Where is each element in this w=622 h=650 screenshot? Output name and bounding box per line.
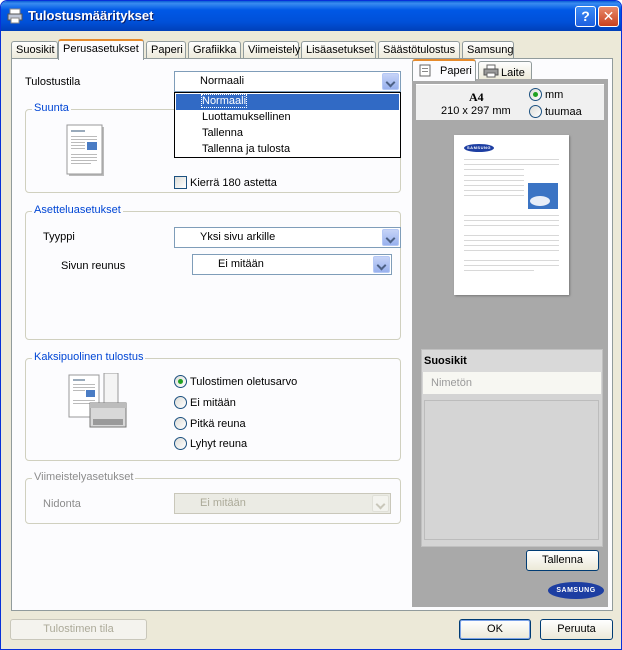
layout-type-value: Yksi sivu arkille [200, 231, 276, 243]
duplex-long-edge-radio[interactable] [174, 417, 187, 430]
print-mode-label: Tulostustila [25, 76, 81, 88]
ok-button[interactable]: OK [459, 619, 531, 640]
unit-inch-radio[interactable] [529, 105, 542, 118]
tab-finishing[interactable]: Viimeistely [243, 41, 300, 59]
printer-icon [483, 64, 499, 78]
paper-dimensions: 210 x 297 mm [441, 105, 511, 117]
tab-preview-device[interactable]: Laite [478, 61, 532, 80]
tab-graphics[interactable]: Grafiikka [188, 41, 241, 59]
printer-icon [7, 8, 23, 24]
preview-area: A4 210 x 297 mm mm tuumaa SAMSUNG Suosik… [412, 79, 608, 607]
tab-paper[interactable]: Paperi [146, 41, 186, 59]
finishing-group: Viimeistelyasetukset Nidonta Ei mitään [25, 471, 401, 524]
page-content-lines [464, 159, 559, 271]
tab-preview-device-label: Laite [501, 67, 525, 79]
favorites-name-input[interactable]: Nimetön [423, 372, 601, 394]
layout-group: Asetteluasetukset Tyyppi Yksi sivu arkil… [25, 204, 401, 340]
chevron-down-icon[interactable] [382, 73, 399, 90]
page-border-value: Ei mitään [218, 258, 264, 270]
binding-label: Nidonta [43, 498, 81, 510]
print-mode-value: Normaali [200, 75, 245, 87]
rotate-180-label: Kierrä 180 astetta [190, 177, 277, 189]
rotate-180-checkbox[interactable] [174, 176, 187, 189]
chevron-down-icon[interactable] [382, 229, 399, 246]
duplex-long-edge-label: Pitkä reuna [190, 418, 246, 430]
duplex-printer-icon [68, 373, 127, 428]
chevron-down-icon [372, 495, 389, 512]
close-button[interactable]: ✕ [598, 6, 619, 27]
duplex-short-edge-label: Lyhyt reuna [190, 438, 248, 450]
printing-preferences-window: Tulostusmääritykset ? ✕ Suosikit Perusas… [0, 0, 622, 650]
orientation-title: Suunta [32, 102, 71, 114]
layout-title: Asetteluasetukset [32, 204, 123, 216]
tab-advanced[interactable]: Lisäasetukset [301, 41, 376, 59]
portrait-page-icon [66, 124, 104, 176]
print-mode-select[interactable]: Normaali [174, 71, 401, 92]
title-bar: Tulostusmääritykset ? ✕ [1, 1, 621, 31]
print-mode-dropdown: Normaali Luottamuksellinen Tallenna Tall… [174, 92, 401, 158]
help-button[interactable]: ? [575, 6, 596, 27]
favorites-list[interactable] [424, 400, 599, 540]
tab-preview-paper-label: Paperi [440, 65, 472, 77]
paper-size-info: A4 210 x 297 mm mm tuumaa [416, 84, 604, 120]
tab-preview-paper[interactable]: Paperi [412, 59, 476, 81]
cancel-button[interactable]: Peruuta [540, 619, 613, 640]
favorites-panel: Suosikit Nimetön [421, 349, 603, 547]
tab-samsung[interactable]: Samsung [462, 41, 514, 59]
paper-icon [419, 64, 431, 77]
tab-eco[interactable]: Säästötulostus [378, 41, 460, 59]
samsung-logo: SAMSUNG [548, 582, 604, 599]
basic-settings-panel: Tulostustila Normaali Normaali Luottamuk… [11, 58, 613, 611]
window-title: Tulostusmääritykset [28, 8, 154, 23]
tab-favorites[interactable]: Suosikit [11, 41, 58, 59]
unit-mm-label: mm [545, 89, 564, 101]
page-preview: SAMSUNG [454, 135, 569, 295]
favorites-title: Suosikit [422, 350, 602, 372]
printer-status-button[interactable]: Tulostimen tila [10, 619, 147, 640]
dropdown-option[interactable]: Tallenna ja tulosta [176, 142, 399, 158]
dropdown-option[interactable]: Luottamuksellinen [176, 110, 399, 126]
dropdown-option[interactable]: Tallenna [176, 126, 399, 142]
chevron-down-icon[interactable] [373, 256, 390, 273]
save-favorite-button[interactable]: Tallenna [526, 550, 599, 571]
page-border-select[interactable]: Ei mitään [192, 254, 392, 275]
duplex-short-edge-radio[interactable] [174, 437, 187, 450]
finishing-title: Viimeistelyasetukset [32, 471, 136, 483]
duplex-group: Kaksipuolinen tulostus Tulostimen oletus… [25, 351, 401, 461]
unit-mm-radio[interactable] [529, 88, 542, 101]
layout-type-label: Tyyppi [43, 231, 75, 243]
duplex-default-label: Tulostimen oletusarvo [190, 376, 298, 388]
binding-select[interactable]: Ei mitään [174, 493, 391, 514]
duplex-none-radio[interactable] [174, 396, 187, 409]
dropdown-option[interactable]: Normaali [176, 94, 399, 110]
duplex-default-radio[interactable] [174, 375, 187, 388]
duplex-title: Kaksipuolinen tulostus [32, 351, 146, 363]
page-border-label: Sivun reunus [61, 260, 126, 272]
duplex-none-label: Ei mitään [190, 397, 236, 409]
binding-value: Ei mitään [200, 497, 246, 509]
unit-inch-label: tuumaa [545, 106, 582, 118]
layout-type-select[interactable]: Yksi sivu arkille [174, 227, 401, 248]
paper-size-name: A4 [469, 90, 484, 104]
tab-basic[interactable]: Perusasetukset [58, 39, 144, 60]
